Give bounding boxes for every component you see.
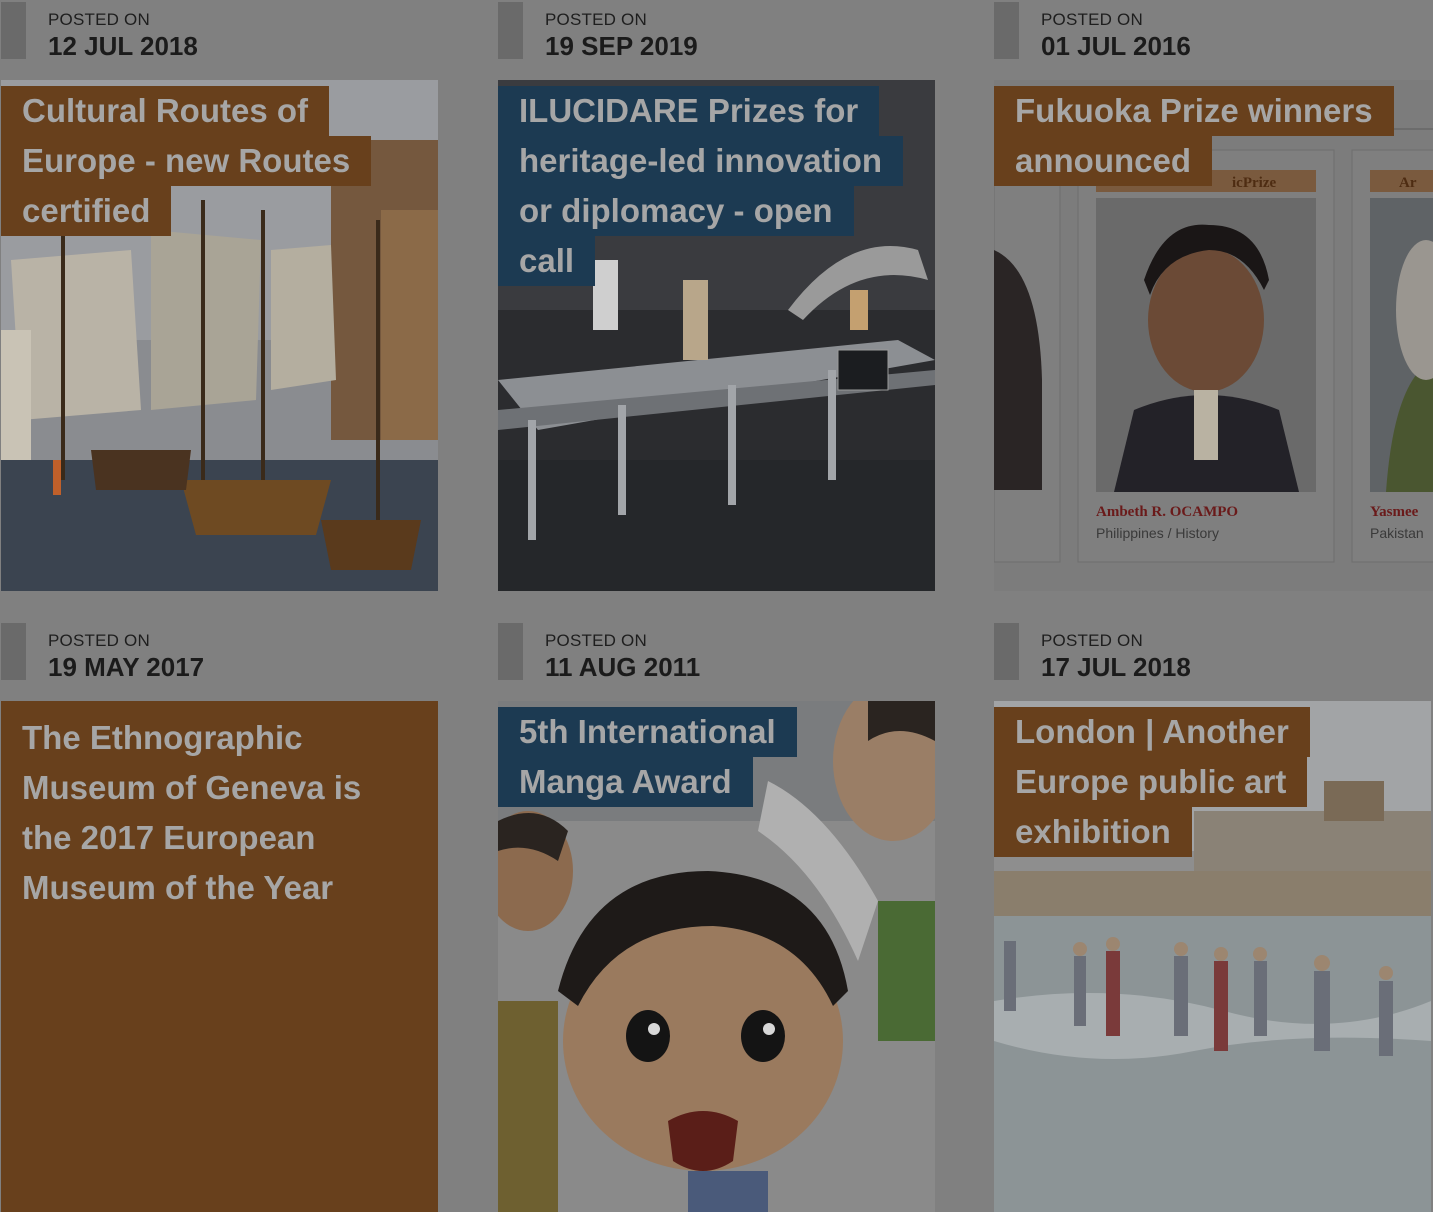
post-card[interactable]: POSTED ON 17 JUL 2018 London | Another E… bbox=[994, 621, 1431, 1212]
post-meta: POSTED ON 01 JUL 2016 bbox=[994, 0, 1433, 80]
post-meta: POSTED ON 17 JUL 2018 bbox=[994, 621, 1431, 701]
posted-on-label: POSTED ON bbox=[48, 631, 150, 650]
post-thumbnail[interactable]: Cultural Routes of Europe - new Routes c… bbox=[1, 80, 438, 591]
post-meta: POSTED ON 19 SEP 2019 bbox=[498, 0, 935, 80]
post-title[interactable]: Cultural Routes of Europe - new Routes c… bbox=[1, 86, 372, 236]
posted-on-label: POSTED ON bbox=[48, 10, 150, 29]
post-title-line: certified bbox=[1, 186, 172, 236]
post-thumbnail[interactable]: ILUCIDARE Prizes for heritage-led innova… bbox=[498, 80, 935, 591]
date-accent-bar bbox=[1, 623, 26, 680]
post-date: 11 AUG 2011 bbox=[545, 652, 701, 682]
post-thumbnail[interactable]: The Ethnographic Museum of Geneva is the… bbox=[1, 701, 438, 1212]
post-title-line: announced bbox=[994, 136, 1213, 186]
post-title-line: Cultural Routes of bbox=[1, 86, 329, 136]
post-title-line: Europe - new Routes bbox=[1, 136, 372, 186]
post-date: 19 SEP 2019 bbox=[545, 31, 698, 61]
date-accent-bar bbox=[994, 2, 1019, 59]
post-card[interactable]: POSTED ON 19 MAY 2017 The Ethnographic M… bbox=[1, 621, 438, 1212]
post-title-line: Europe public art bbox=[994, 757, 1308, 807]
post-card[interactable]: POSTED ON 01 JUL 2016 icPrize Ambeth R. … bbox=[994, 0, 1433, 591]
date-accent-bar bbox=[498, 623, 523, 680]
winner-name: Yasmee bbox=[1370, 504, 1419, 520]
post-thumbnail[interactable]: London | Another Europe public art exhib… bbox=[994, 701, 1431, 1212]
post-meta: POSTED ON 12 JUL 2018 bbox=[1, 0, 438, 80]
date-accent-bar bbox=[498, 2, 523, 59]
post-title-line: Museum of Geneva is bbox=[1, 763, 383, 813]
post-thumbnail[interactable]: icPrize Ambeth R. OCAMPO Philippines / H… bbox=[994, 80, 1433, 591]
post-date: 12 JUL 2018 bbox=[48, 31, 198, 61]
post-title-line: The Ethnographic bbox=[1, 713, 324, 763]
post-title[interactable]: 5th International Manga Award bbox=[498, 707, 797, 807]
posted-on-label: POSTED ON bbox=[545, 631, 647, 650]
winner-name: Ambeth R. OCAMPO bbox=[1096, 504, 1238, 520]
post-title-line: Museum of the Year bbox=[1, 863, 355, 913]
post-meta: POSTED ON 19 MAY 2017 bbox=[1, 621, 438, 701]
post-title-line: the 2017 European bbox=[1, 813, 337, 863]
post-meta: POSTED ON 11 AUG 2011 bbox=[498, 621, 935, 701]
post-card[interactable]: POSTED ON 12 JUL 2018 Cultural Routes of… bbox=[1, 0, 438, 591]
date-accent-bar bbox=[1, 2, 26, 59]
post-card[interactable]: POSTED ON 11 AUG 2011 5th International … bbox=[498, 621, 935, 1212]
post-thumbnail[interactable]: 5th International Manga Award bbox=[498, 701, 935, 1212]
date-accent-bar bbox=[994, 623, 1019, 680]
post-title-line: or diplomacy - open bbox=[498, 186, 854, 236]
post-date: 19 MAY 2017 bbox=[48, 652, 205, 682]
winner-field: Pakistan bbox=[1370, 525, 1424, 541]
post-title-line: 5th International bbox=[498, 707, 797, 757]
post-title-line: London | Another bbox=[994, 707, 1310, 757]
posted-on-label: POSTED ON bbox=[1041, 10, 1143, 29]
posted-on-label: POSTED ON bbox=[1041, 631, 1143, 650]
post-date: 17 JUL 2018 bbox=[1041, 652, 1191, 682]
post-title[interactable]: The Ethnographic Museum of Geneva is the… bbox=[1, 713, 383, 913]
post-title-line: exhibition bbox=[994, 807, 1192, 857]
post-title-line: heritage-led innovation bbox=[498, 136, 904, 186]
post-title[interactable]: ILUCIDARE Prizes for heritage-led innova… bbox=[498, 86, 904, 286]
post-title-line: call bbox=[498, 236, 596, 286]
banner-text: Ar bbox=[1399, 175, 1417, 191]
post-title-line: Fukuoka Prize winners bbox=[994, 86, 1394, 136]
post-card[interactable]: POSTED ON 19 SEP 2019 ILUCIDARE Prizes f… bbox=[498, 0, 935, 591]
post-title[interactable]: London | Another Europe public art exhib… bbox=[994, 707, 1310, 857]
post-date: 01 JUL 2016 bbox=[1041, 31, 1191, 61]
winner-field: Philippines / History bbox=[1096, 525, 1219, 541]
post-title-line: Manga Award bbox=[498, 757, 753, 807]
post-title[interactable]: Fukuoka Prize winners announced bbox=[994, 86, 1394, 186]
posted-on-label: POSTED ON bbox=[545, 10, 647, 29]
post-title-line: ILUCIDARE Prizes for bbox=[498, 86, 880, 136]
